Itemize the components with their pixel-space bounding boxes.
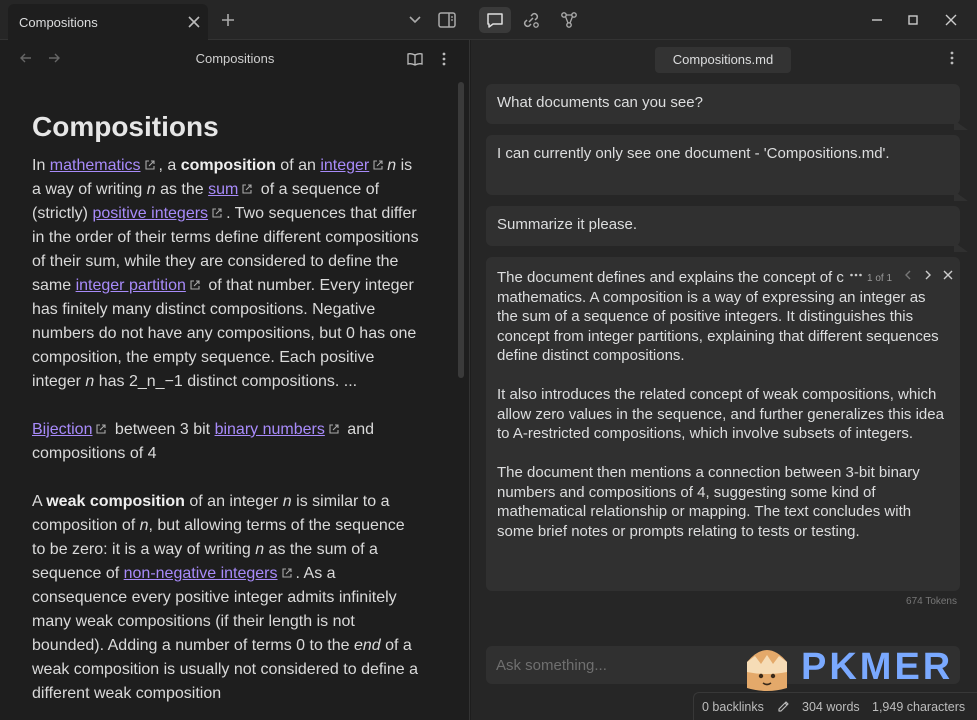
paragraph-bijection: Bijection between 3 bit binary numbers a… — [32, 419, 374, 462]
chat-message-user: What documents can you see? — [486, 84, 968, 130]
word-count: 304 words — [802, 700, 860, 714]
external-link-icon — [328, 419, 340, 434]
link-sum[interactable]: sum — [208, 181, 238, 198]
graph-icon[interactable] — [558, 9, 580, 31]
close-icon[interactable] — [940, 267, 956, 283]
link-bijection[interactable]: Bijection — [32, 421, 92, 438]
token-count: 674 Tokens — [906, 596, 957, 607]
external-link-icon — [372, 155, 384, 170]
chevron-left-icon[interactable] — [900, 267, 916, 283]
minimize-icon[interactable] — [866, 9, 888, 31]
external-link-icon — [241, 179, 253, 194]
tab-title: Compositions — [19, 15, 98, 30]
response-counter: 1 of 1 — [867, 273, 893, 284]
link-positive-integers[interactable]: positive integers — [92, 205, 208, 222]
chat-icon — [484, 9, 506, 31]
chevron-right-icon[interactable] — [920, 267, 936, 283]
link-non-negative-integers[interactable]: non-negative integers — [124, 565, 278, 582]
bubble-tail — [954, 238, 968, 252]
tab-compositions[interactable]: Compositions — [8, 4, 208, 40]
bubble-tail — [954, 187, 968, 201]
character-count: 1,949 characters — [872, 700, 966, 714]
chevron-down-icon[interactable] — [404, 9, 426, 31]
note-pane: Compositions Compositions In mathematics… — [0, 40, 470, 720]
chat-context-file[interactable]: Compositions.md — [655, 47, 791, 73]
more-options-icon[interactable] — [435, 50, 453, 68]
message-toolbar: 1 of 1 — [844, 267, 958, 285]
plus-icon[interactable] — [219, 11, 237, 29]
link-integer-partition[interactable]: integer partition — [76, 277, 186, 294]
link-search-icon[interactable] — [520, 9, 542, 31]
external-link-icon — [95, 419, 107, 434]
summary-paragraph: The document then mentions a connection … — [497, 464, 920, 540]
status-bar: 0 backlinks 304 words 1,949 characters — [693, 692, 977, 720]
link-mathematics[interactable]: mathematics — [50, 157, 141, 174]
scrollbar-thumb[interactable] — [458, 82, 464, 378]
note-content: Compositions In mathematics, a compositi… — [32, 110, 422, 720]
chat-message-assistant-summary: The document defines and explains the co… — [486, 257, 960, 591]
window-close-icon[interactable] — [940, 9, 962, 31]
external-link-icon — [281, 563, 293, 578]
paragraph-weak-composition: A weak composition of an integer n is si… — [32, 493, 418, 702]
title-bar: Compositions — [0, 0, 977, 40]
pkmer-watermark: PKMER — [741, 640, 961, 696]
pkmer-logo-icon — [741, 642, 793, 694]
note-header-title: Compositions — [195, 51, 275, 66]
external-link-icon — [144, 155, 156, 170]
pencil-icon[interactable] — [776, 699, 791, 714]
summary-paragraph: It also introduces the related concept o… — [497, 386, 944, 442]
maximize-icon[interactable] — [902, 9, 924, 31]
bubble-tail — [954, 116, 968, 130]
close-icon[interactable] — [185, 13, 203, 31]
sidebar-toggle-icon[interactable] — [436, 9, 458, 31]
chat-message-assistant: I can currently only see one document - … — [486, 135, 968, 201]
reading-mode-book-icon[interactable] — [406, 50, 424, 68]
paragraph-intro: In mathematics, a composition of an inte… — [32, 155, 419, 390]
note-header: Compositions — [0, 40, 469, 76]
chat-pane: Compositions.md What documents can you s… — [471, 40, 977, 720]
external-link-icon — [189, 275, 201, 290]
link-integer[interactable]: integer — [320, 157, 369, 174]
more-options-icon[interactable] — [943, 49, 961, 67]
link-binary-numbers[interactable]: binary numbers — [215, 421, 325, 438]
backlinks-count[interactable]: 0 backlinks — [702, 700, 764, 714]
pkmer-watermark-text: PKMER — [801, 646, 954, 688]
note-title: Compositions — [32, 111, 219, 142]
external-link-icon — [211, 203, 223, 218]
chat-message-user: Summarize it please. — [486, 206, 968, 252]
ellipsis-icon[interactable] — [848, 267, 864, 283]
